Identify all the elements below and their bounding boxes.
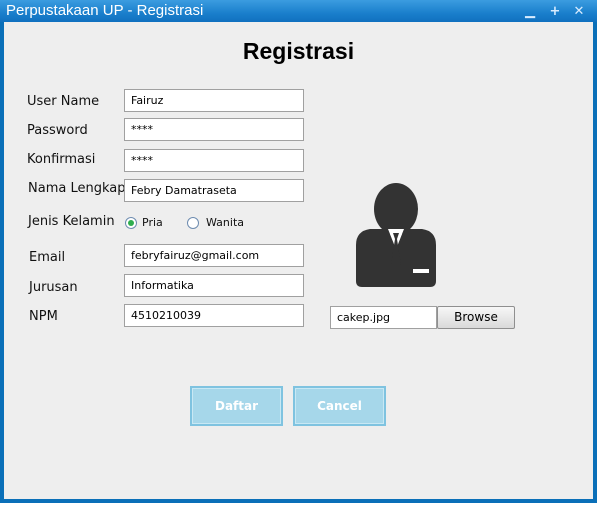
register-button[interactable]: Daftar: [190, 386, 283, 426]
gender-option-wanita-label: Wanita: [206, 216, 244, 229]
confirm-password-label: Konfirmasi: [27, 152, 96, 167]
gender-option-pria-label: Pria: [142, 216, 163, 229]
user-avatar-icon: [356, 183, 436, 287]
confirm-password-field[interactable]: ****: [124, 149, 304, 172]
password-label: Password: [27, 123, 88, 138]
registration-panel: Registrasi User Name Fairuz Password ***…: [4, 22, 593, 499]
password-field[interactable]: ****: [124, 118, 304, 141]
title-bar[interactable]: Perpustakaan UP - Registrasi ▁ + ✕: [0, 0, 597, 22]
gender-label: Jenis Kelamin: [28, 214, 115, 229]
browse-button[interactable]: Browse: [437, 306, 515, 329]
major-field[interactable]: Informatika: [124, 274, 304, 297]
close-button[interactable]: ✕: [569, 3, 589, 20]
maximize-button[interactable]: +: [545, 3, 565, 20]
email-label: Email: [29, 250, 66, 265]
npm-field[interactable]: 4510210039: [124, 304, 304, 327]
cancel-button[interactable]: Cancel: [293, 386, 386, 426]
minimize-button[interactable]: ▁: [520, 3, 540, 20]
avatar-pocket: [413, 269, 429, 273]
app-window: Perpustakaan UP - Registrasi ▁ + ✕ Regis…: [0, 0, 597, 503]
photo-filename-field[interactable]: cakep.jpg: [330, 306, 437, 329]
email-field[interactable]: febryfairuz@gmail.com: [124, 244, 304, 267]
gender-radio-wanita[interactable]: [187, 217, 199, 229]
avatar-head: [374, 183, 418, 235]
npm-label: NPM: [29, 309, 58, 324]
username-label: User Name: [27, 94, 100, 109]
radio-selected-dot: [128, 220, 134, 226]
window-title: Perpustakaan UP - Registrasi: [6, 2, 204, 19]
major-label: Jurusan: [29, 280, 78, 295]
gender-radio-pria[interactable]: [125, 217, 137, 229]
page-title: Registrasi: [242, 38, 355, 64]
username-field[interactable]: Fairuz: [124, 89, 304, 112]
fullname-field[interactable]: Febry Damatraseta: [124, 179, 304, 202]
fullname-label: Nama Lengkap: [28, 181, 126, 196]
